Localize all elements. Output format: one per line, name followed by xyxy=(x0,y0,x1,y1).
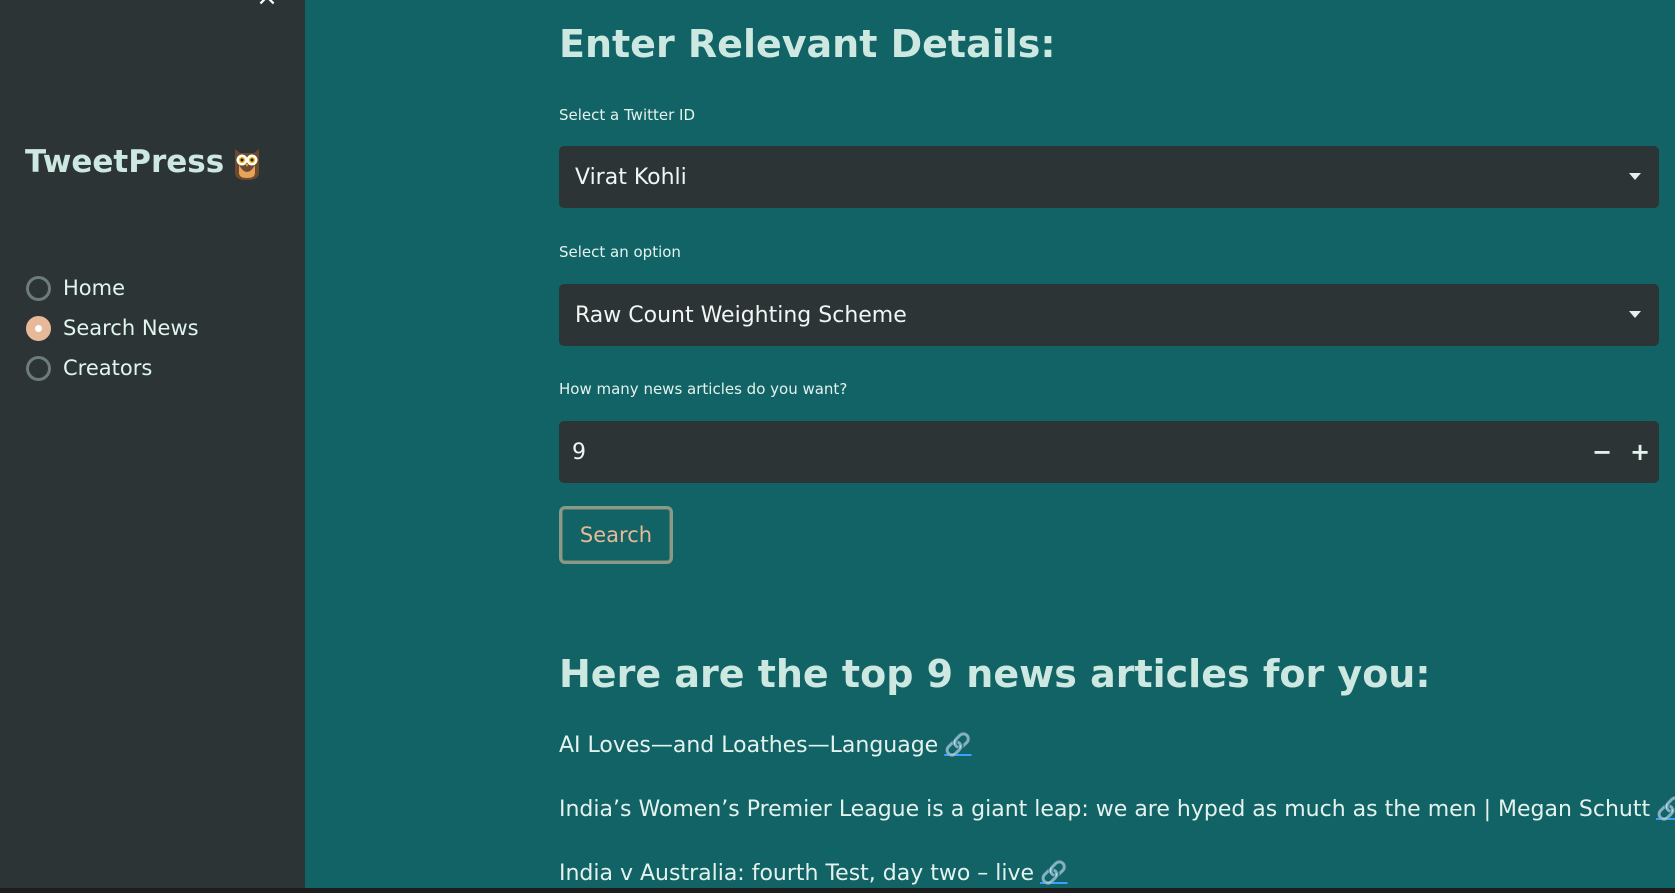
option-value: Raw Count Weighting Scheme xyxy=(575,302,907,328)
twitter-id-select[interactable]: Virat Kohli xyxy=(559,146,1659,208)
nav-item-search-news[interactable]: Search News xyxy=(26,308,199,348)
article-title: AI Loves—and Loathes—Language xyxy=(559,733,939,758)
increment-button[interactable]: + xyxy=(1621,421,1659,483)
article-count-input[interactable] xyxy=(559,421,1583,483)
app-brand: TweetPress xyxy=(25,143,262,181)
decrement-button[interactable]: − xyxy=(1583,421,1621,483)
radio-circle-icon[interactable] xyxy=(26,355,51,381)
main-content: Enter Relevant Details: Select a Twitter… xyxy=(305,0,1675,888)
nav-item-creators[interactable]: Creators xyxy=(26,348,199,388)
option-select[interactable]: Raw Count Weighting Scheme xyxy=(559,284,1659,346)
article-item: India’s Women’s Premier League is a gian… xyxy=(559,797,1675,822)
link-icon[interactable]: 🔗 xyxy=(1040,861,1067,886)
search-button[interactable]: Search xyxy=(559,506,673,564)
app-window: × TweetPress Home xyxy=(0,0,1675,893)
radio-checked-icon[interactable] xyxy=(26,315,51,341)
article-item: AI Loves—and Loathes—Language 🔗 xyxy=(559,733,972,758)
sidebar: × TweetPress Home xyxy=(0,0,305,888)
link-icon[interactable]: 🔗 xyxy=(944,733,971,758)
link-icon[interactable]: 🔗 xyxy=(1656,797,1675,822)
twitter-id-value: Virat Kohli xyxy=(575,164,687,190)
nav-item-label: Home xyxy=(63,276,126,300)
close-sidebar-icon[interactable]: × xyxy=(256,0,278,10)
option-label: Select an option xyxy=(559,243,681,261)
brand-name: TweetPress xyxy=(25,144,225,180)
nav-item-home[interactable]: Home xyxy=(26,268,199,308)
article-title: India’s Women’s Premier League is a gian… xyxy=(559,797,1651,822)
chevron-down-icon xyxy=(1629,173,1641,180)
article-count-stepper: − + xyxy=(559,421,1659,483)
results-title: Here are the top 9 news articles for you… xyxy=(559,652,1431,696)
radio-circle-icon[interactable] xyxy=(26,275,51,301)
chevron-down-icon xyxy=(1629,311,1641,318)
nav-item-label: Search News xyxy=(63,316,199,340)
owl-icon xyxy=(232,143,262,181)
article-count-label: How many news articles do you want? xyxy=(559,380,848,398)
twitter-id-label: Select a Twitter ID xyxy=(559,106,696,124)
article-item: India v Australia: fourth Test, day two … xyxy=(559,861,1068,886)
nav-radio-group: Home Search News Creators xyxy=(26,268,199,388)
article-title: India v Australia: fourth Test, day two … xyxy=(559,861,1035,886)
page-title: Enter Relevant Details: xyxy=(559,22,1056,66)
bottom-edge xyxy=(0,888,1675,893)
nav-item-label: Creators xyxy=(63,356,153,380)
